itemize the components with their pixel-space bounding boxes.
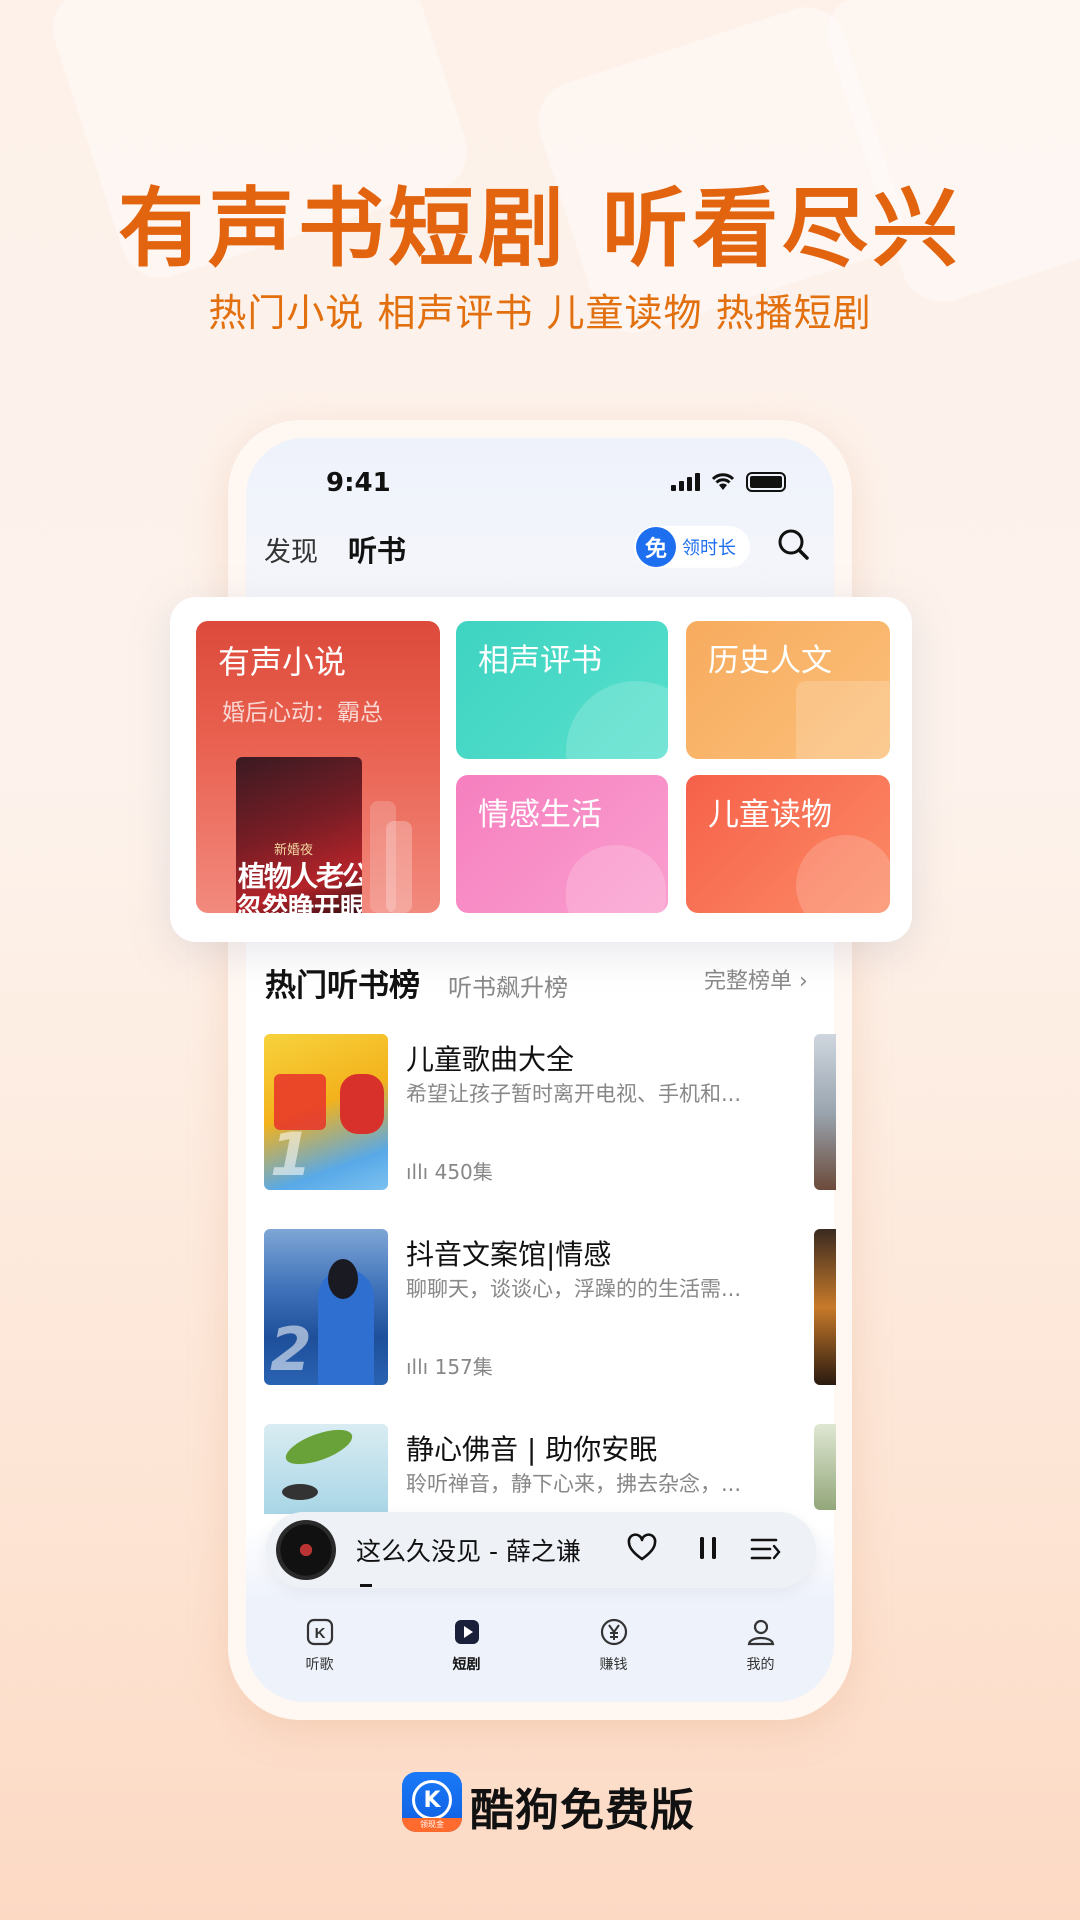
free-badge: 免 <box>636 527 676 567</box>
status-icons <box>671 472 786 492</box>
book-cover: 新婚夜 植物人老公 忽然睁开眼 <box>236 757 362 913</box>
play-icon <box>454 1620 479 1644</box>
category-label: 有声小说 <box>218 643 347 681</box>
stone-decor <box>282 1484 318 1500</box>
bottom-nav: K 听歌 短剧 赚钱 我的 <box>246 1600 834 1690</box>
status-time: 9:41 <box>326 468 391 498</box>
pause-icon[interactable] <box>692 1532 724 1564</box>
category-label: 情感生活 <box>478 797 602 833</box>
ranking-subtitle[interactable]: 听书飙升榜 <box>448 968 568 1003</box>
full-ranking-link[interactable]: 完整榜单 › <box>704 963 808 995</box>
logo-letter: K <box>412 1780 452 1820</box>
music-k-icon: K <box>306 1618 333 1646</box>
nav-item-profile[interactable]: 我的 <box>687 1600 834 1690</box>
audio-wave-icon: ıllı <box>406 1355 435 1379</box>
ranking-header: 热门听书榜 听书飙升榜 <box>265 960 568 1005</box>
item-title: 儿童歌曲大全 <box>406 1043 575 1076</box>
monster-decor <box>340 1074 384 1134</box>
chevron-right-icon: › <box>799 969 808 994</box>
decor <box>796 681 890 759</box>
hero-subline: 热门小说 相声评书 儿童读物 热播短剧 <box>208 291 872 335</box>
free-time-label: 领时长 <box>682 538 736 559</box>
category-children[interactable]: 儿童读物 <box>686 775 890 913</box>
item-episodes: ıllı 450集 <box>406 1160 493 1184</box>
tab-discover[interactable]: 发现 <box>264 530 318 569</box>
list-item[interactable]: 2 抖音文案馆|情感 聊聊天，谈谈心，浮躁的的生活需... ıllı 157集 <box>264 1229 824 1385</box>
item-thumbnail <box>264 1424 388 1514</box>
brand-name: 酷狗免费版 <box>470 1785 695 1836</box>
category-audio-novel[interactable]: 有声小说 婚后心动：霸总 新婚夜 植物人老公 忽然睁开眼 <box>196 621 440 913</box>
category-emotion[interactable]: 情感生活 <box>456 775 668 913</box>
cover-title-line2: 忽然睁开眼 <box>236 893 362 913</box>
category-label: 儿童读物 <box>708 797 832 833</box>
top-tabs: 发现 听书 <box>264 528 406 570</box>
audio-wave-icon: ıllı <box>406 1160 435 1184</box>
logo-strip: 领现金 <box>402 1818 462 1832</box>
yen-coin-icon <box>600 1618 627 1646</box>
now-playing-text: 这么久没见 - 薛之谦 <box>356 1537 581 1566</box>
item-title: 静心佛音 | 助你安眠 <box>406 1433 658 1466</box>
list-item[interactable]: 1 儿童歌曲大全 希望让孩子暂时离开电视、手机和... ıllı 450集 <box>264 1034 824 1190</box>
item-thumbnail: 1 <box>264 1034 388 1190</box>
peek-card[interactable] <box>814 1034 836 1190</box>
item-title: 抖音文案馆|情感 <box>406 1238 612 1271</box>
playlist-icon[interactable] <box>748 1532 782 1566</box>
decor <box>386 821 412 913</box>
category-label: 相声评书 <box>478 643 602 679</box>
heart-decor <box>566 845 666 913</box>
decor <box>796 835 890 913</box>
signal-icon <box>671 473 700 491</box>
item-desc: 希望让孩子暂时离开电视、手机和... <box>406 1082 742 1106</box>
heart-icon[interactable] <box>626 1532 658 1564</box>
item-thumbnail: 2 <box>264 1229 388 1385</box>
ranking-title[interactable]: 热门听书榜 <box>265 960 420 1005</box>
hero-headline: 有声书短剧 听看尽兴 <box>118 179 962 279</box>
item-desc: 聆听禅音，静下心来，拂去杂念，... <box>406 1472 742 1496</box>
wifi-icon <box>711 473 735 490</box>
rank-number: 2 <box>270 1315 312 1385</box>
rank-number: 1 <box>270 1120 312 1190</box>
nav-item-shortdrama[interactable]: 短剧 <box>393 1600 540 1690</box>
play-progress <box>360 1584 372 1587</box>
tab-audiobook[interactable]: 听书 <box>348 528 406 570</box>
battery-icon <box>746 472 786 492</box>
item-desc: 聊聊天，谈谈心，浮躁的的生活需... <box>406 1277 742 1301</box>
nav-label: 短剧 <box>452 1657 481 1673</box>
person-icon <box>747 1619 774 1646</box>
item-episodes: ıllı 157集 <box>406 1355 493 1379</box>
app-logo: K 领现金 <box>402 1772 462 1832</box>
nav-label: 赚钱 <box>599 1657 628 1673</box>
nav-label: 我的 <box>746 1657 775 1673</box>
nav-label: 听歌 <box>305 1657 334 1673</box>
svg-text:K: K <box>314 1625 325 1642</box>
mini-player[interactable]: 这么久没见 - 薛之谦 <box>266 1512 816 1588</box>
search-icon[interactable] <box>776 527 812 563</box>
category-sublabel: 婚后心动：霸总 <box>222 700 383 726</box>
leaf-decor <box>281 1424 357 1472</box>
peek-card[interactable] <box>814 1424 836 1510</box>
category-crosstalk[interactable]: 相声评书 <box>456 621 668 759</box>
category-label: 历史人文 <box>708 643 832 679</box>
peek-card[interactable] <box>814 1229 836 1385</box>
decor <box>566 681 668 759</box>
free-time-button[interactable]: 免 领时长 <box>634 526 750 568</box>
list-item[interactable]: 静心佛音 | 助你安眠 聆听禅音，静下心来，拂去杂念，... <box>264 1424 824 1514</box>
nav-item-earn[interactable]: 赚钱 <box>540 1600 687 1690</box>
nav-item-music[interactable]: K 听歌 <box>246 1600 393 1690</box>
decor <box>328 1259 358 1299</box>
album-disc <box>276 1520 336 1580</box>
category-card: 有声小说 婚后心动：霸总 新婚夜 植物人老公 忽然睁开眼 相声评书 历史人文 情… <box>170 597 912 942</box>
full-ranking-label: 完整榜单 <box>704 969 793 994</box>
category-history[interactable]: 历史人文 <box>686 621 890 759</box>
